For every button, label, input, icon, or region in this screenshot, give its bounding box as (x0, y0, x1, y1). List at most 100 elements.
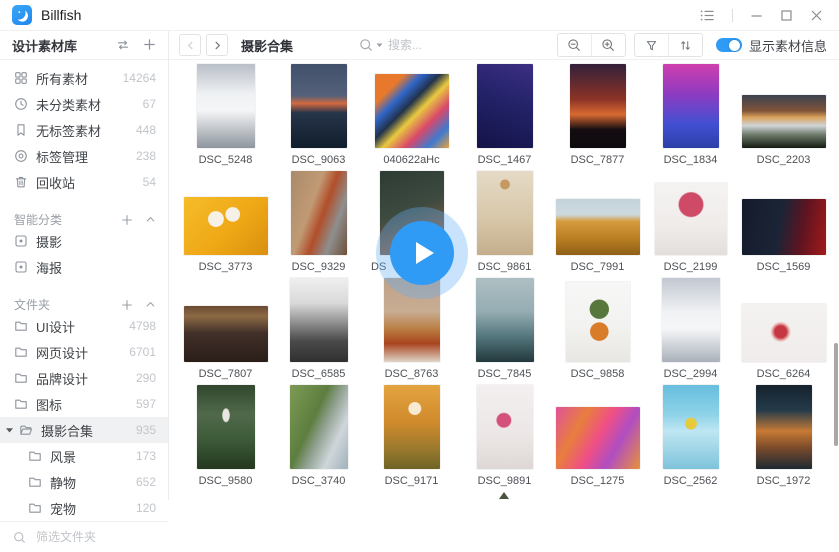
folder-item-count: 173 (136, 449, 156, 463)
asset-cell: DSC_9063 (272, 64, 365, 171)
next-row-peek (499, 492, 509, 499)
sidebar-item-count: 67 (143, 97, 156, 111)
asset-label: DSC_1467 (458, 154, 551, 167)
sidebar-item[interactable]: 回收站54 (0, 169, 168, 195)
folder-item-count: 652 (136, 475, 156, 489)
asset-thumbnail[interactable] (663, 64, 719, 148)
smart-category-item[interactable]: 摄影 (0, 228, 168, 254)
toggle-knob (729, 40, 740, 51)
grid-icon (14, 71, 28, 85)
maximize-icon[interactable] (780, 9, 793, 22)
folder-item-label: UI设计 (36, 317, 121, 336)
folder-item[interactable]: UI设计4798 (0, 313, 168, 339)
search-scope-caret-icon[interactable] (376, 43, 383, 48)
asset-thumbnail[interactable] (184, 197, 268, 255)
asset-cell: DSC_9861 (458, 171, 551, 278)
asset-thumbnail[interactable] (477, 64, 533, 148)
menu-icon[interactable] (700, 9, 715, 22)
clock-icon (14, 97, 28, 111)
add-folder-icon[interactable] (121, 299, 133, 311)
show-info-label: 显示素材信息 (749, 36, 827, 55)
search-box[interactable] (359, 37, 500, 53)
back-button[interactable] (179, 34, 201, 56)
untagged-icon (14, 123, 28, 137)
collapse-smart-icon[interactable] (145, 214, 156, 226)
asset-thumbnail[interactable] (655, 183, 727, 255)
collapse-folders-icon[interactable] (145, 299, 156, 311)
sort-icon[interactable] (668, 34, 702, 56)
zoom-group (557, 33, 626, 57)
asset-thumbnail[interactable] (291, 171, 347, 255)
library-list: 所有素材14264未分类素材67无标签素材448标签管理238回收站54 (0, 60, 168, 195)
show-info-toggle[interactable] (716, 38, 742, 52)
folder-item[interactable]: 图标597 (0, 391, 168, 417)
asset-thumbnail[interactable] (375, 74, 449, 148)
caret-down-icon[interactable] (5, 427, 14, 434)
asset-label: DSC_2994 (644, 368, 737, 381)
folder-filter-input[interactable] (34, 529, 148, 545)
asset-label: DSC_3740 (272, 475, 365, 488)
add-smart-icon[interactable] (121, 214, 133, 226)
smart-category-item[interactable]: 海报 (0, 254, 168, 280)
asset-thumbnail[interactable] (756, 385, 812, 469)
folder-item[interactable]: 摄影合集935 (0, 417, 168, 443)
asset-thumbnail[interactable] (742, 95, 826, 148)
folder-item-label: 风景 (50, 447, 128, 466)
asset-cell: DSC_1834 (644, 64, 737, 171)
asset-cell: DSC_9329 (272, 171, 365, 278)
asset-thumbnail[interactable] (570, 64, 626, 148)
filter-sort-group (634, 33, 703, 57)
asset-label: DSC_7877 (551, 154, 644, 167)
billfish-logo-icon (12, 5, 32, 25)
asset-thumbnail[interactable] (742, 304, 826, 362)
asset-thumbnail[interactable] (663, 385, 719, 469)
asset-thumbnail[interactable] (290, 278, 348, 362)
add-library-icon[interactable] (143, 38, 156, 52)
asset-thumbnail[interactable] (566, 282, 630, 362)
sidebar-item[interactable]: 标签管理238 (0, 143, 168, 169)
swap-library-icon[interactable] (116, 38, 130, 52)
folder-item-label: 摄影合集 (41, 421, 128, 440)
folder-item[interactable]: 网页设计6701 (0, 339, 168, 365)
folder-open-icon (19, 423, 33, 437)
play-button[interactable] (390, 221, 454, 285)
asset-label: DSC_1834 (644, 154, 737, 167)
asset-thumbnail[interactable] (556, 199, 640, 255)
folder-item[interactable]: 宠物120 (0, 495, 168, 521)
asset-cell: DSC_2562 (644, 385, 737, 492)
search-icon (359, 38, 373, 52)
folder-item-label: 宠物 (50, 499, 128, 518)
asset-thumbnail[interactable] (197, 64, 255, 148)
asset-cell: DSC_9171 (365, 385, 458, 492)
asset-thumbnail[interactable] (384, 385, 440, 469)
sidebar-item[interactable]: 无标签素材448 (0, 117, 168, 143)
sidebar-item-count: 238 (136, 149, 156, 163)
minimize-icon[interactable] (750, 9, 763, 22)
asset-thumbnail[interactable] (184, 306, 268, 362)
asset-thumbnail[interactable] (290, 385, 348, 469)
asset-thumbnail[interactable] (291, 64, 347, 148)
close-icon[interactable] (810, 9, 823, 22)
filter-icon[interactable] (635, 34, 668, 56)
forward-button[interactable] (206, 34, 228, 56)
folder-item-label: 品牌设计 (36, 369, 128, 388)
sidebar-item[interactable]: 未分类素材67 (0, 91, 168, 117)
folder-item[interactable]: 静物652 (0, 469, 168, 495)
folder-item[interactable]: 品牌设计290 (0, 365, 168, 391)
asset-thumbnail[interactable] (477, 171, 533, 255)
zoom-out-icon[interactable] (558, 34, 591, 56)
asset-label: DSC_2199 (644, 261, 737, 274)
asset-thumbnail[interactable] (197, 385, 255, 469)
asset-thumbnail[interactable] (742, 199, 826, 255)
folder-icon (14, 397, 28, 411)
folder-item-count: 597 (136, 397, 156, 411)
asset-thumbnail[interactable] (556, 407, 640, 469)
search-input[interactable] (386, 37, 500, 53)
asset-thumbnail[interactable] (662, 278, 720, 362)
vertical-scrollbar[interactable] (834, 343, 838, 446)
asset-thumbnail[interactable] (477, 385, 533, 469)
zoom-in-icon[interactable] (591, 34, 625, 56)
asset-thumbnail[interactable] (476, 278, 534, 362)
folder-item[interactable]: 风景 173 (0, 443, 168, 469)
sidebar-item[interactable]: 所有素材14264 (0, 65, 168, 91)
